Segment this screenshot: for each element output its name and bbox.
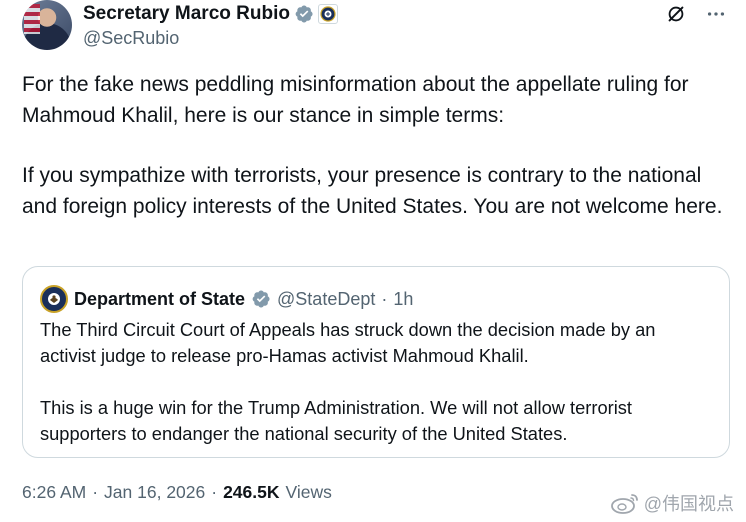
quoted-paragraph: This is a huge win for the Trump Adminis… bbox=[40, 397, 632, 444]
tweet-body: For the fake news peddling misinformatio… bbox=[22, 70, 732, 252]
avatar-flag bbox=[24, 4, 40, 34]
quoted-separator: · bbox=[381, 288, 388, 309]
quoted-handle[interactable]: @StateDept bbox=[277, 289, 375, 310]
weibo-logo-icon bbox=[610, 494, 638, 514]
verified-badge-icon bbox=[295, 5, 313, 23]
views-label: Views bbox=[285, 482, 332, 502]
grok-icon[interactable] bbox=[664, 2, 688, 26]
watermark-text: @伟国视点 bbox=[643, 494, 734, 514]
quoted-age[interactable]: 1h bbox=[393, 289, 413, 310]
tweet-date[interactable]: Jan 16, 2026 bbox=[104, 482, 205, 503]
more-icon[interactable] bbox=[704, 2, 728, 26]
tweet-actions bbox=[664, 2, 728, 26]
views-count: 246.5K bbox=[223, 482, 280, 502]
footer-separator: · bbox=[92, 482, 99, 502]
watermark: @伟国视点 bbox=[610, 490, 734, 516]
tweet-paragraph: For the fake news peddling misinformatio… bbox=[22, 73, 689, 127]
quoted-body: The Third Circuit Court of Appeals has s… bbox=[40, 317, 710, 473]
quoted-header: Department of State @StateDept · 1h bbox=[40, 285, 413, 313]
tweet-time[interactable]: 6:26 AM bbox=[22, 482, 86, 503]
author-name-row: Secretary Marco Rubio bbox=[83, 2, 338, 26]
quoted-display-name[interactable]: Department of State bbox=[74, 289, 245, 310]
tweet-footer: 6:26 AM · Jan 16, 2026 · 246.5K Views bbox=[22, 482, 332, 503]
author-display-name[interactable]: Secretary Marco Rubio bbox=[83, 2, 290, 26]
footer-separator: · bbox=[211, 482, 218, 502]
government-seal-icon bbox=[317, 4, 338, 24]
tweet-paragraph: If you sympathize with terrorists, your … bbox=[22, 164, 723, 218]
quoted-paragraph: The Third Circuit Court of Appeals has s… bbox=[40, 319, 656, 366]
quoted-avatar[interactable] bbox=[40, 285, 68, 313]
author-avatar[interactable] bbox=[22, 0, 72, 50]
verified-badge-icon bbox=[252, 290, 270, 308]
quoted-tweet[interactable]: Department of State @StateDept · 1h The … bbox=[22, 266, 730, 458]
author-handle[interactable]: @SecRubio bbox=[83, 28, 179, 49]
